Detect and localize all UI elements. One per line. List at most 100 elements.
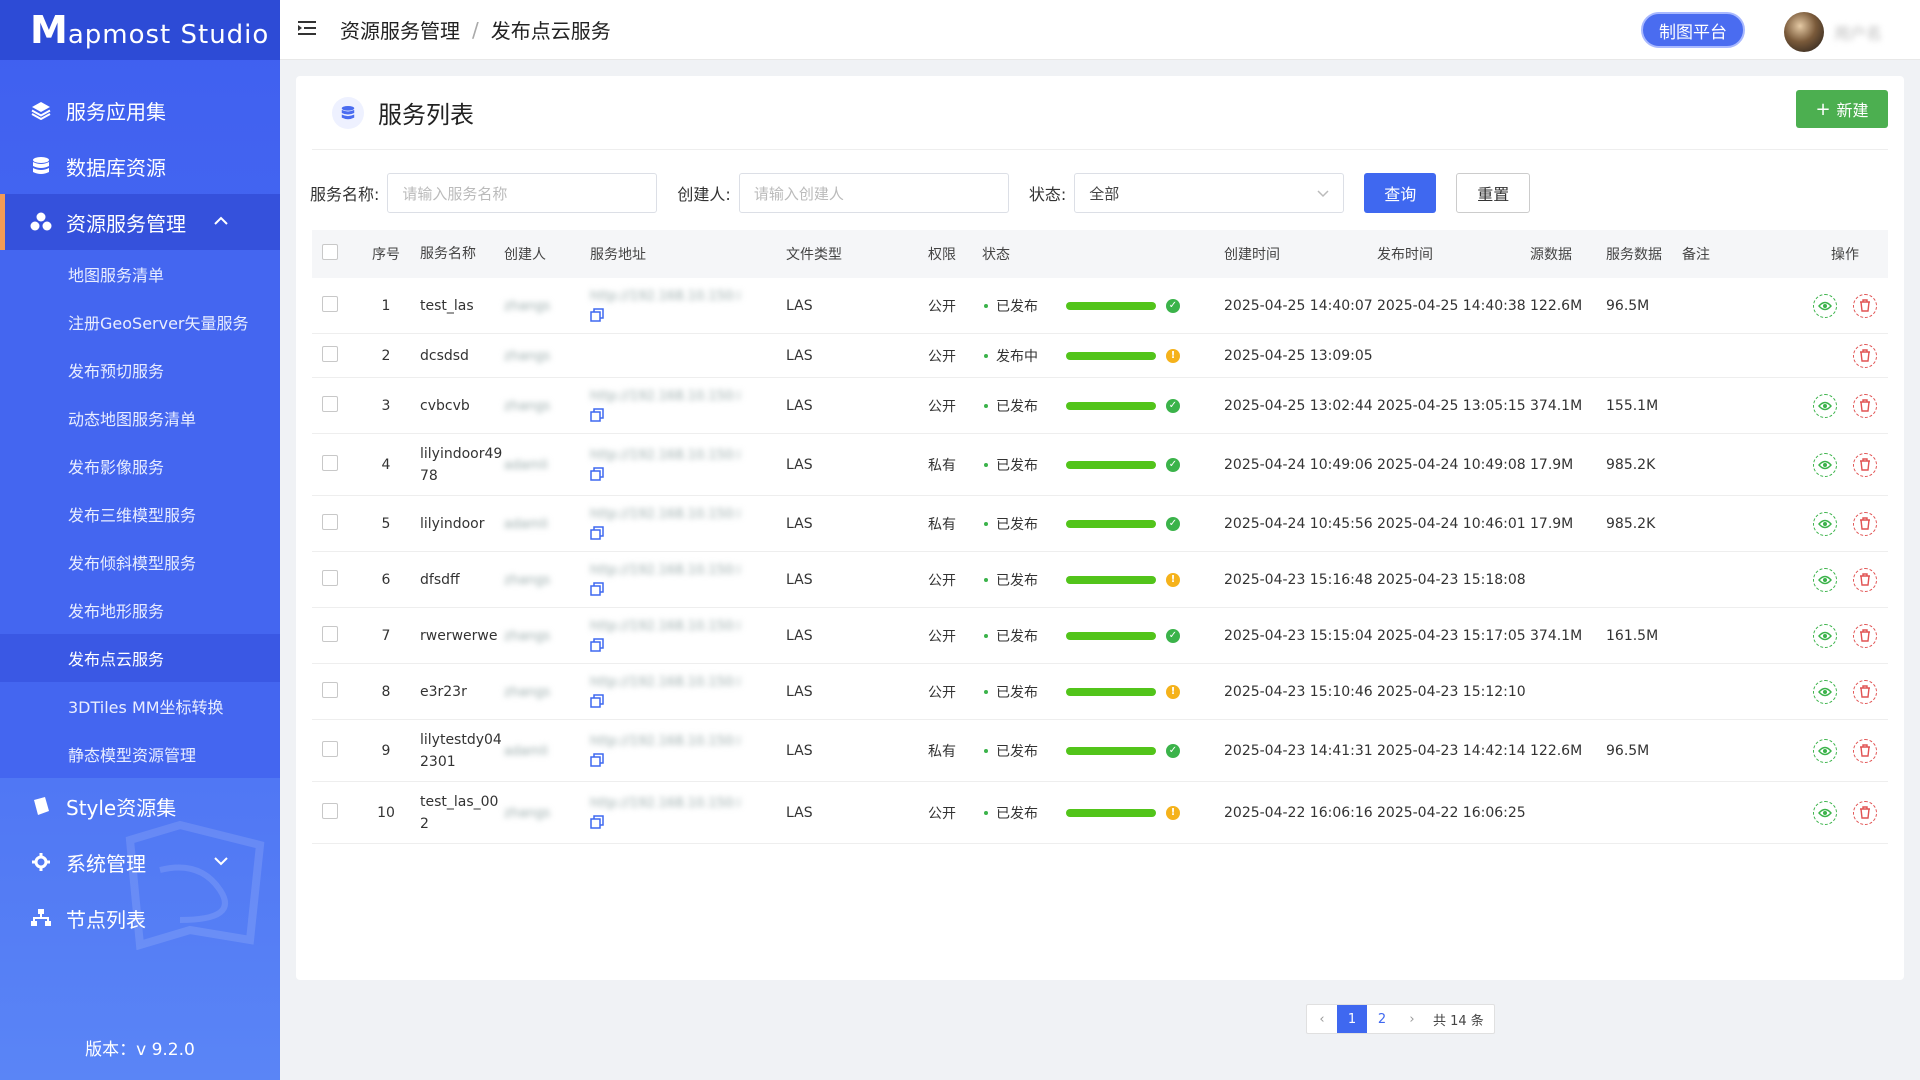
select-all-checkbox[interactable]	[322, 244, 338, 260]
row-checkbox[interactable]	[322, 513, 338, 530]
trash-icon[interactable]	[1853, 679, 1877, 704]
sidebar-subitem[interactable]: 发布预切服务	[0, 346, 280, 394]
eye-icon[interactable]	[1813, 511, 1837, 536]
copy-icon[interactable]	[590, 753, 604, 767]
copy-icon[interactable]	[590, 467, 604, 481]
service-address-link[interactable]: http://192.168.10.150:8080/	[590, 448, 740, 463]
cell-creator: zhangs	[504, 805, 590, 821]
row-checkbox[interactable]	[322, 345, 338, 362]
sidebar-subitem[interactable]: 地图服务清单	[0, 250, 280, 298]
copy-icon[interactable]	[590, 408, 604, 422]
table-row: 8 e3r23r zhangs http://192.168.10.150:8080/…	[312, 664, 1888, 720]
row-checkbox[interactable]	[322, 295, 338, 312]
app-logo[interactable]: M apmost Studio	[0, 0, 280, 60]
row-checkbox[interactable]	[322, 802, 338, 819]
row-checkbox[interactable]	[322, 395, 338, 412]
row-checkbox[interactable]	[322, 681, 338, 698]
submenu-resource-service: 地图服务清单 注册GeoServer矢量服务 发布预切服务 动态地图服务清单 发…	[0, 250, 280, 778]
sidebar-subitem[interactable]: 动态地图服务清单	[0, 394, 280, 442]
trash-icon[interactable]	[1853, 567, 1877, 592]
table-row: 6 dfsdff zhangs http://192.168.10.150:8080/…	[312, 552, 1888, 608]
copy-icon[interactable]	[590, 308, 604, 322]
service-address-link[interactable]: http://192.168.10.150:8080/	[590, 289, 740, 304]
status-select[interactable]: 全部	[1074, 173, 1345, 213]
row-checkbox[interactable]	[322, 569, 338, 586]
cell-publish-time: 2025-04-23 14:42:14	[1377, 742, 1526, 759]
page-button-2[interactable]: 2	[1367, 1005, 1397, 1033]
sidebar-subitem[interactable]: 发布地形服务	[0, 586, 280, 634]
service-address-link[interactable]: http://192.168.10.150:8080/	[590, 734, 740, 749]
copy-icon[interactable]	[590, 815, 604, 829]
row-checkbox[interactable]	[322, 740, 338, 757]
sidebar-item-label: 服务应用集	[66, 99, 166, 124]
prev-page-button[interactable]: ‹	[1307, 1005, 1337, 1033]
eye-icon[interactable]	[1813, 452, 1837, 477]
eye-icon[interactable]	[1813, 567, 1837, 592]
trash-icon[interactable]	[1853, 738, 1877, 763]
copy-icon[interactable]	[590, 694, 604, 708]
map-platform-button[interactable]: 制图平台	[1641, 12, 1745, 48]
sidebar-subitem[interactable]: 发布倾斜模型服务	[0, 538, 280, 586]
eye-icon[interactable]	[1813, 679, 1837, 704]
service-address-link[interactable]: http://192.168.10.150:8080/	[590, 563, 740, 578]
pagination: ‹ 1 2 › 共 14 条	[1306, 1004, 1495, 1034]
service-address-link[interactable]: http://192.168.10.150:8080/	[590, 507, 740, 522]
trash-icon[interactable]	[1853, 293, 1877, 318]
cell-permission: 私有	[928, 743, 956, 760]
new-button[interactable]: + 新建	[1796, 90, 1888, 128]
trash-icon[interactable]	[1853, 623, 1877, 648]
copy-icon[interactable]	[590, 638, 604, 652]
sidebar-subitem[interactable]: 3DTiles MM坐标转换	[0, 682, 280, 730]
trash-icon[interactable]	[1853, 343, 1877, 368]
menu-fold-icon[interactable]	[298, 20, 318, 40]
style-icon	[30, 795, 52, 817]
trash-icon[interactable]	[1853, 452, 1877, 477]
trash-icon[interactable]	[1853, 393, 1877, 418]
breadcrumb: 资源服务管理 / 发布点云服务	[340, 15, 611, 44]
sidebar-subitem[interactable]: 发布影像服务	[0, 442, 280, 490]
progress-bar	[1066, 519, 1156, 528]
cell-service-data: 96.5M	[1606, 297, 1650, 314]
reset-button[interactable]: 重置	[1456, 173, 1531, 213]
service-address-link[interactable]: http://192.168.10.150:8080/	[590, 796, 740, 811]
sidebar-item-database[interactable]: 数据库资源	[0, 138, 280, 194]
cell-file-type: LAS	[786, 456, 813, 473]
eye-icon[interactable]	[1813, 293, 1837, 318]
trash-icon[interactable]	[1853, 800, 1877, 825]
cell-permission: 公开	[928, 348, 956, 365]
col-header: 服务地址	[590, 247, 646, 263]
copy-icon[interactable]	[590, 526, 604, 540]
service-name-input[interactable]: 请输入服务名称	[387, 173, 658, 213]
row-checkbox[interactable]	[322, 625, 338, 642]
sidebar-subitem[interactable]: 静态模型资源管理	[0, 730, 280, 778]
username[interactable]: 用户名	[1834, 20, 1882, 44]
sidebar-subitem-active[interactable]: 发布点云服务	[0, 634, 280, 682]
eye-icon[interactable]	[1813, 623, 1837, 648]
sidebar-subitem[interactable]: 注册GeoServer矢量服务	[0, 298, 280, 346]
query-button[interactable]: 查询	[1364, 173, 1437, 213]
row-checkbox[interactable]	[322, 454, 338, 471]
sidebar-item-resource-service[interactable]: 资源服务管理	[0, 194, 280, 250]
col-header: 创建人	[504, 247, 546, 263]
sidebar-subitem[interactable]: 发布三维模型服务	[0, 490, 280, 538]
page-button-1[interactable]: 1	[1337, 1005, 1367, 1033]
breadcrumb-item[interactable]: 资源服务管理	[340, 15, 460, 44]
eye-icon[interactable]	[1813, 800, 1837, 825]
check-circle-icon: ✓	[1166, 516, 1180, 531]
service-address-link[interactable]: http://192.168.10.150:8080/	[590, 389, 740, 404]
eye-icon[interactable]	[1813, 393, 1837, 418]
row-checkbox-cell	[312, 395, 362, 416]
col-header: 发布时间	[1377, 247, 1433, 263]
avatar[interactable]	[1784, 12, 1824, 52]
service-address-link[interactable]: http://192.168.10.150:8080/	[590, 675, 740, 690]
creator-input[interactable]: 请输入创建人	[738, 173, 1009, 213]
copy-icon[interactable]	[590, 582, 604, 596]
eye-icon[interactable]	[1813, 738, 1837, 763]
service-list-card: 服务列表 + 新建 服务名称: 请输入服务名称 创建人: 请输入创建人 状态: …	[296, 76, 1904, 1034]
next-page-button[interactable]: ›	[1397, 1005, 1427, 1033]
service-address-link[interactable]: http://192.168.10.150:8080/	[590, 619, 740, 634]
col-header: 创建时间	[1224, 247, 1280, 263]
trash-icon[interactable]	[1853, 511, 1877, 536]
sidebar-item-service-apps[interactable]: 服务应用集	[0, 82, 280, 138]
cell-no: 9	[381, 742, 391, 759]
